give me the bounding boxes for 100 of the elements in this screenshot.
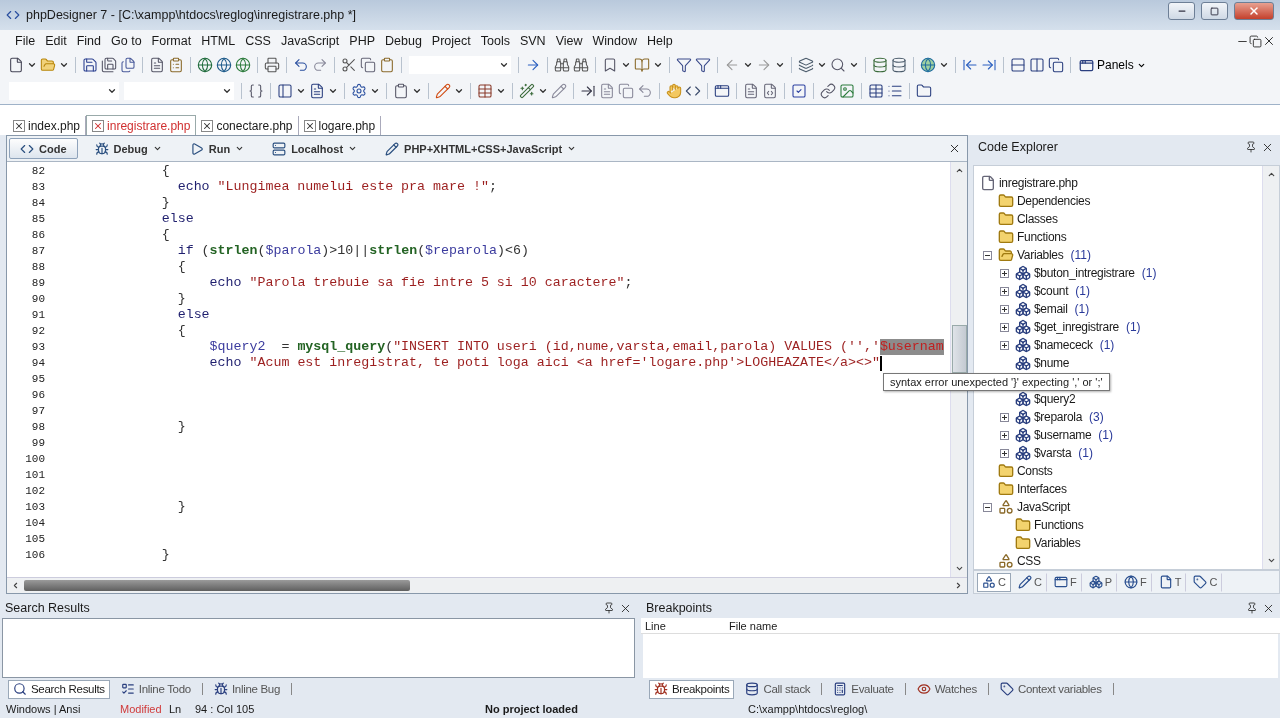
panels-button[interactable]: Panels <box>1077 57 1148 73</box>
tab-label[interactable]: conectare.php <box>216 118 293 133</box>
scrollbar[interactable] <box>1262 166 1279 569</box>
panel-tab[interactable]: Inline Bug <box>208 679 286 699</box>
book-icon[interactable] <box>634 57 650 73</box>
panel-tab[interactable]: T <box>1153 572 1187 592</box>
panel-icon[interactable] <box>277 83 293 99</box>
tree-item[interactable]: $email <box>1034 302 1068 316</box>
panel-tab[interactable]: P <box>1083 572 1117 592</box>
document-icon[interactable] <box>149 57 165 73</box>
pencil-icon[interactable] <box>435 83 451 99</box>
collapse-icon[interactable] <box>983 250 992 260</box>
binoculars-icon[interactable] <box>554 57 570 73</box>
dropdown-field[interactable] <box>408 55 512 75</box>
menu-item[interactable]: Debug <box>380 34 427 48</box>
menu-item[interactable]: Format <box>146 34 197 48</box>
link-icon[interactable] <box>820 83 836 99</box>
collapse-icon[interactable] <box>983 502 992 512</box>
caret-icon[interactable] <box>296 86 306 96</box>
list-icon[interactable] <box>887 83 903 99</box>
caret-icon[interactable] <box>328 86 338 96</box>
scroll-right-icon[interactable] <box>954 581 963 590</box>
panel-tab[interactable]: Call stack <box>740 679 816 699</box>
database-icon[interactable] <box>891 57 907 73</box>
tree-item[interactable]: $varsta <box>1034 446 1072 460</box>
caret-icon[interactable] <box>370 86 380 96</box>
files-icon[interactable] <box>120 57 136 73</box>
close-icon[interactable] <box>1262 34 1276 48</box>
close-button[interactable] <box>1234 2 1274 20</box>
tree-item[interactable]: $reparola <box>1034 410 1082 424</box>
caret-icon[interactable] <box>653 60 663 70</box>
expand-icon[interactable] <box>1000 268 1009 278</box>
menu-item[interactable]: Window <box>587 34 642 48</box>
document-icon[interactable] <box>309 83 325 99</box>
expand-icon[interactable] <box>1000 304 1009 314</box>
toolbar-button[interactable]: Code <box>9 138 78 159</box>
menu-item[interactable]: JavaScript <box>275 34 345 48</box>
caret-icon[interactable] <box>27 60 37 70</box>
caret-icon[interactable] <box>538 86 548 96</box>
table-icon[interactable] <box>477 83 493 99</box>
caret-icon[interactable] <box>496 86 506 96</box>
tree-item[interactable]: Classes <box>1017 212 1058 226</box>
caret-icon[interactable] <box>939 60 949 70</box>
copy-icon[interactable] <box>360 57 376 73</box>
caret-icon[interactable] <box>454 86 464 96</box>
caret-icon[interactable] <box>107 86 117 96</box>
column-header[interactable]: File name <box>725 619 929 632</box>
expand-icon[interactable] <box>1000 412 1009 422</box>
tree-item[interactable]: Consts <box>1017 464 1053 478</box>
scroll-up-icon[interactable] <box>1266 170 1276 179</box>
expand-icon[interactable] <box>1000 322 1009 332</box>
scroll-down-icon[interactable] <box>1266 556 1276 565</box>
panel-tab[interactable]: Watches <box>911 679 982 699</box>
windows-icon[interactable] <box>1048 57 1064 73</box>
menu-item[interactable]: Help <box>642 34 678 48</box>
undo-icon[interactable] <box>293 57 309 73</box>
expand-icon[interactable] <box>1000 430 1009 440</box>
tree-item[interactable]: CSS <box>1017 554 1041 568</box>
caret-icon[interactable] <box>412 86 422 96</box>
tree-item[interactable]: Interfaces <box>1017 482 1067 496</box>
menu-item[interactable]: Edit <box>40 34 72 48</box>
caret-icon[interactable] <box>499 60 509 70</box>
toolbar-button[interactable]: Localhost <box>261 138 369 159</box>
panel-tab[interactable]: Search Results <box>8 679 110 699</box>
document-icon[interactable] <box>743 83 759 99</box>
globe-icon[interactable] <box>197 57 213 73</box>
layers-icon[interactable] <box>798 57 814 73</box>
filter-icon[interactable] <box>695 57 711 73</box>
search-icon[interactable] <box>830 57 846 73</box>
close-icon[interactable] <box>303 119 316 132</box>
columns-icon[interactable] <box>1029 57 1045 73</box>
file-tab[interactable]: inregistrare.php <box>86 115 197 135</box>
scroll-up-icon[interactable] <box>954 166 964 175</box>
maximize-button[interactable] <box>1201 2 1228 20</box>
globe-icon[interactable] <box>216 57 232 73</box>
caret-icon[interactable] <box>849 60 859 70</box>
scrollbar[interactable] <box>7 577 967 593</box>
tab-label[interactable]: logare.php <box>318 118 376 133</box>
panel-tab[interactable]: Context variables <box>994 679 1107 699</box>
filter-icon[interactable] <box>676 57 692 73</box>
paste-icon[interactable] <box>379 57 395 73</box>
menu-item[interactable]: PHP <box>344 34 380 48</box>
tab-label[interactable]: inregistrare.php <box>107 118 191 133</box>
close-icon[interactable] <box>201 119 214 132</box>
caret-icon[interactable] <box>743 60 753 70</box>
tree-item[interactable]: $count <box>1034 284 1069 298</box>
copy-icon[interactable] <box>618 83 634 99</box>
column-header[interactable]: Line <box>641 619 725 632</box>
code-file-icon[interactable] <box>762 83 778 99</box>
menu-item[interactable]: Project <box>426 34 476 48</box>
arrow-left-icon[interactable] <box>962 57 978 73</box>
tab-label[interactable]: index.php <box>28 118 81 133</box>
toolbar-button[interactable]: PHP+XHTML+CSS+JavaScript <box>374 138 588 159</box>
image-icon[interactable] <box>839 83 855 99</box>
panel-tab[interactable]: Breakpoints <box>649 679 735 699</box>
tree-item[interactable]: $nume <box>1034 356 1070 370</box>
panel-tab[interactable]: Evaluate <box>828 679 899 699</box>
close-icon[interactable] <box>948 142 961 155</box>
globe-icon[interactable] <box>920 57 936 73</box>
menu-item[interactable]: SVN <box>514 34 551 48</box>
